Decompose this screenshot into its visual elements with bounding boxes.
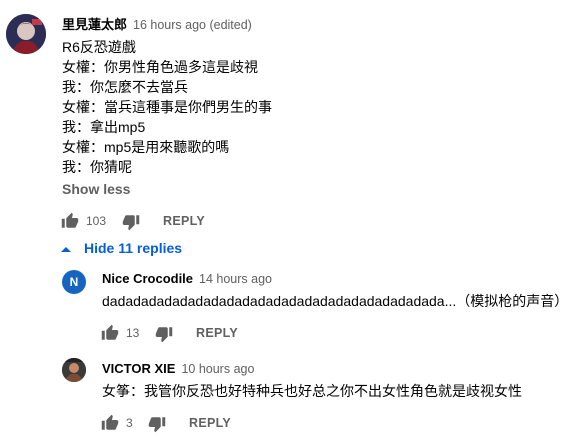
- avatar[interactable]: [62, 358, 86, 382]
- avatar[interactable]: [6, 14, 46, 54]
- comment-line: 我：你猜呢: [62, 159, 132, 175]
- thumbs-up-icon: [101, 324, 119, 340]
- dislike-button[interactable]: [155, 325, 173, 343]
- reply-text: dadadadadadadadadadadadadadadadadadadada…: [102, 293, 569, 309]
- reply-time[interactable]: 10 hours ago: [181, 362, 254, 376]
- avatar[interactable]: N: [62, 270, 86, 294]
- like-count: 3: [126, 416, 133, 430]
- thumbs-down-icon: [148, 417, 166, 433]
- comment-line: 女權：你男性角色過多這是歧視: [62, 59, 258, 75]
- thumbs-down-icon: [122, 215, 140, 231]
- reply-author[interactable]: Nice Crocodile: [102, 271, 193, 286]
- comment-author[interactable]: 里見蓮太郎: [62, 17, 127, 32]
- comment-header: 里見蓮太郎 16 hours ago (edited): [62, 14, 252, 34]
- reply-author[interactable]: VICTOR XIE: [102, 361, 175, 376]
- avatar-letter: N: [69, 275, 79, 289]
- like-count: 13: [126, 326, 140, 340]
- like-count: 103: [86, 214, 107, 228]
- thumbs-up-icon: [101, 414, 119, 430]
- like-button[interactable]: [61, 212, 79, 230]
- like-button[interactable]: [101, 414, 119, 432]
- reply-button[interactable]: REPLY: [163, 214, 205, 228]
- caret-up-icon: [61, 247, 71, 252]
- reply-button[interactable]: REPLY: [189, 416, 231, 430]
- avatar-image: [6, 14, 46, 54]
- comment-body: R6反恐遊戲 女權：你男性角色過多這是歧視 我：你怎麼不去當兵 女權：當兵這種事…: [62, 37, 272, 177]
- hide-replies-label: Hide 11 replies: [84, 240, 183, 256]
- reply-header: VICTOR XIE 10 hours ago: [102, 360, 254, 378]
- reply-header: Nice Crocodile 14 hours ago: [102, 270, 272, 288]
- comment-line: 女權：當兵這種事是你們男生的事: [62, 99, 272, 115]
- comment-line: R6反恐遊戲: [62, 39, 136, 55]
- reply-text: 女筝：我管你反恐也好特种兵也好总之你不出女性角色就是歧视女性: [102, 383, 522, 399]
- thumbs-down-icon: [155, 327, 173, 343]
- show-less-button[interactable]: Show less: [62, 181, 130, 197]
- reply-time[interactable]: 14 hours ago: [199, 272, 272, 286]
- comment-time[interactable]: 16 hours ago (edited): [133, 18, 252, 32]
- reply-button[interactable]: REPLY: [196, 326, 238, 340]
- like-button[interactable]: [101, 324, 119, 342]
- comment-line: 女權：mp5是用來聽歌的嗎: [62, 139, 230, 155]
- comment-line: 我：拿出mp5: [62, 119, 146, 135]
- comment-line: 我：你怎麼不去當兵: [62, 79, 188, 95]
- dislike-button[interactable]: [148, 415, 166, 433]
- dislike-button[interactable]: [122, 213, 140, 231]
- thumbs-up-icon: [61, 212, 79, 228]
- avatar-image: [62, 358, 86, 382]
